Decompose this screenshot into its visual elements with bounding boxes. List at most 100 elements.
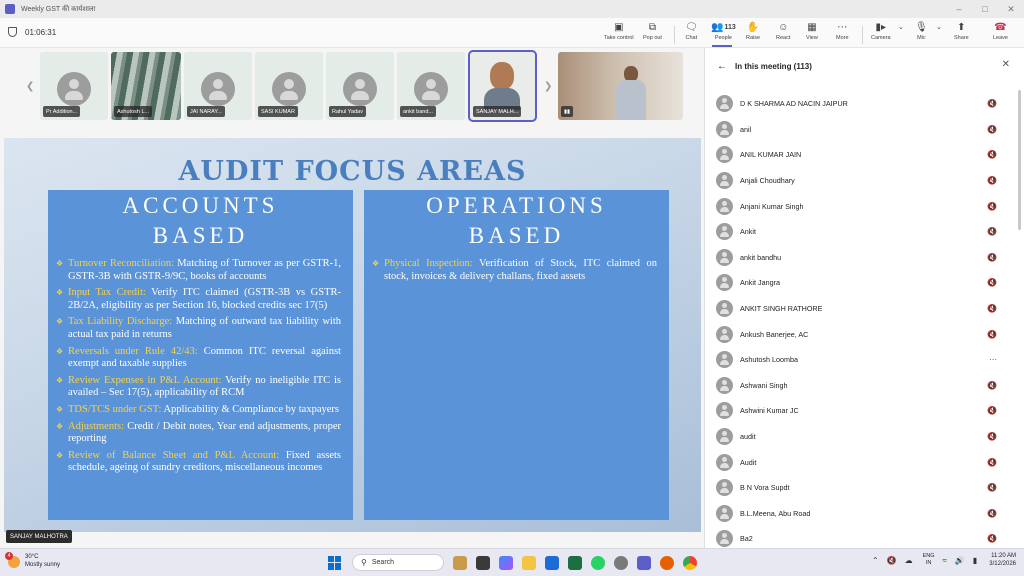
list-item: Turnover Reconciliation: Matching of Tur… xyxy=(56,258,341,283)
chat-button[interactable]: 🗨 Chat xyxy=(685,22,698,46)
excel-icon[interactable] xyxy=(568,555,582,570)
window-title: Weekly GST की कार्यशाला xyxy=(21,5,96,13)
clock[interactable]: 11:20 AM 3/12/2026 xyxy=(989,552,1016,568)
chevron-right-icon[interactable]: ❯ xyxy=(544,81,552,92)
participants-panel-title: In this meeting (113) xyxy=(735,61,812,71)
avatar xyxy=(716,453,733,471)
participant-row[interactable]: Ankit 🔇 xyxy=(705,219,1015,245)
shield-icon xyxy=(8,27,17,37)
mic-off-icon: 🔇 xyxy=(987,406,997,416)
mic-off-icon: 🔇 xyxy=(987,278,997,288)
participant-row[interactable]: Audit 🔇 xyxy=(705,449,1015,475)
participant-row[interactable]: anil 🔇 xyxy=(705,117,1015,143)
participant-tile[interactable]: Rahul Yadav xyxy=(326,52,394,120)
minimize-icon[interactable]: – xyxy=(946,0,972,18)
tile-name: SASI KUMAR xyxy=(258,106,298,117)
react-button[interactable]: ☺ React xyxy=(776,22,790,46)
participant-row[interactable]: Anjani Kumar Singh 🔇 xyxy=(705,193,1015,219)
copilot-icon[interactable] xyxy=(499,555,513,570)
raise-hand-button[interactable]: ✋ Raise xyxy=(746,22,760,46)
widgets-icon[interactable] xyxy=(453,555,467,570)
list-item: Adjustments: Credit / Debit notes, Year … xyxy=(56,421,341,446)
close-window-icon[interactable]: ✕ xyxy=(998,0,1024,18)
participant-name: audit xyxy=(740,432,756,442)
back-arrow-icon[interactable]: ← xyxy=(717,61,727,72)
participant-row[interactable]: Anjali Choudhary 🔇 xyxy=(705,168,1015,194)
take-control-button[interactable]: ▣ Take control xyxy=(604,22,634,46)
avatar xyxy=(716,479,733,497)
participant-tile-speaking[interactable]: SANJAY MALH... xyxy=(468,50,537,122)
battery-icon[interactable]: ▮ xyxy=(973,556,977,565)
mic-off-icon: 🎙 xyxy=(915,22,928,33)
mic-button[interactable]: 🎙 Mic xyxy=(915,22,928,46)
participant-row[interactable]: B.L.Meena, Abu Road 🔇 xyxy=(705,501,1015,527)
more-icon: ⋯ xyxy=(837,22,848,33)
file-explorer-icon[interactable] xyxy=(522,555,536,570)
language-indicator[interactable]: ENG IN xyxy=(923,553,935,567)
avatar xyxy=(716,248,733,266)
chevron-up-icon[interactable]: ⌃ xyxy=(872,556,879,565)
camera-options-chevron[interactable]: ⌄ xyxy=(898,22,904,46)
avatar xyxy=(201,72,235,106)
avatar xyxy=(716,300,733,318)
avatar xyxy=(716,351,733,369)
edge-icon[interactable] xyxy=(545,555,559,570)
tile-name: Rahul Yadav xyxy=(329,106,366,117)
participant-name: Anjali Choudhary xyxy=(740,176,795,186)
participant-name: B.L.Meena, Abu Road xyxy=(740,508,811,518)
firefox-icon[interactable] xyxy=(660,555,674,570)
leave-button[interactable]: ☎ Leave xyxy=(993,22,1008,46)
chevron-left-icon[interactable]: ❮ xyxy=(26,81,34,92)
participant-row[interactable]: Ashwini Kumar JC 🔇 xyxy=(705,398,1015,424)
weather-widget[interactable]: 4 30°C Mostly sunny xyxy=(5,551,60,569)
participant-tile[interactable]: JAI NARAY... xyxy=(184,52,252,120)
avatar xyxy=(414,72,448,106)
participant-tile[interactable]: ankit band... xyxy=(397,52,465,120)
wifi-icon[interactable]: ≈ xyxy=(943,556,947,565)
operations-based-panel: OPERATIONS BASED Physical Inspection: Ve… xyxy=(364,190,669,520)
temperature: 30°C xyxy=(25,554,39,560)
chrome-icon[interactable] xyxy=(683,555,697,570)
camera-button[interactable]: ▮▸ Camera xyxy=(871,22,891,46)
participant-row[interactable]: D K SHARMA AD NACIN JAIPUR 🔇 xyxy=(705,91,1015,117)
maximize-icon[interactable]: □ xyxy=(972,0,998,18)
taskbar-search[interactable]: ⚲ Search xyxy=(352,554,444,571)
avatar xyxy=(343,72,377,106)
cloud-icon[interactable]: ☁ xyxy=(905,556,913,565)
participant-row[interactable]: ankit bandhu 🔇 xyxy=(705,245,1015,271)
mic-off-icon: 🔇 xyxy=(987,227,997,237)
people-button[interactable]: 👥 113 People xyxy=(711,22,736,46)
chevron-down-icon: ⌄ xyxy=(898,24,904,31)
whatsapp-icon[interactable] xyxy=(591,555,605,570)
share-button[interactable]: ⬆ Share xyxy=(954,22,969,46)
mic-off-icon: 🔇 xyxy=(987,99,997,109)
participant-row[interactable]: B N Vora Supdt 🔇 xyxy=(705,475,1015,501)
participant-row[interactable]: ANKIT SINGH RATHORE 🔇 xyxy=(705,296,1015,322)
participant-name: Ankit xyxy=(740,227,756,237)
more-button[interactable]: ⋯ More xyxy=(836,22,849,46)
participant-row[interactable]: Ankit Jangra 🔇 xyxy=(705,270,1015,296)
participant-row[interactable]: ANIL KUMAR JAIN 🔇 xyxy=(705,142,1015,168)
participant-row[interactable]: Ankush Banerjee, AC 🔇 xyxy=(705,321,1015,347)
volume-icon[interactable]: 🔊 xyxy=(955,556,965,565)
participant-name: D K SHARMA AD NACIN JAIPUR xyxy=(740,99,848,109)
participant-row[interactable]: audit 🔇 xyxy=(705,424,1015,450)
mic-off-icon: 🔇 xyxy=(987,508,997,518)
participant-tile[interactable]: Ashutosh L... xyxy=(111,52,181,120)
task-view-icon[interactable] xyxy=(476,555,490,570)
scrollbar[interactable] xyxy=(1018,90,1021,230)
close-icon[interactable]: ✕ xyxy=(1002,59,1010,70)
self-video-tile[interactable]: ▮▮ xyxy=(558,52,683,120)
mic-off-tray-icon[interactable]: 🔇 xyxy=(887,556,897,565)
participant-tile[interactable]: SASI KUMAR xyxy=(255,52,323,120)
mic-options-chevron[interactable]: ⌄ xyxy=(936,22,942,46)
view-button[interactable]: ▦ View xyxy=(806,22,818,46)
windows-start-icon[interactable] xyxy=(328,555,342,570)
tile-name: JAI NARAY... xyxy=(187,106,225,117)
teams-icon[interactable] xyxy=(637,555,651,570)
settings-icon[interactable] xyxy=(614,555,628,570)
participant-row[interactable]: Ashwani Singh 🔇 xyxy=(705,373,1015,399)
participant-row[interactable]: Ashutosh Loomba ⋯ xyxy=(705,347,1015,373)
participant-tile[interactable]: Pr Addition... xyxy=(40,52,108,120)
pop-out-button[interactable]: ⧉ Pop out xyxy=(643,22,662,46)
